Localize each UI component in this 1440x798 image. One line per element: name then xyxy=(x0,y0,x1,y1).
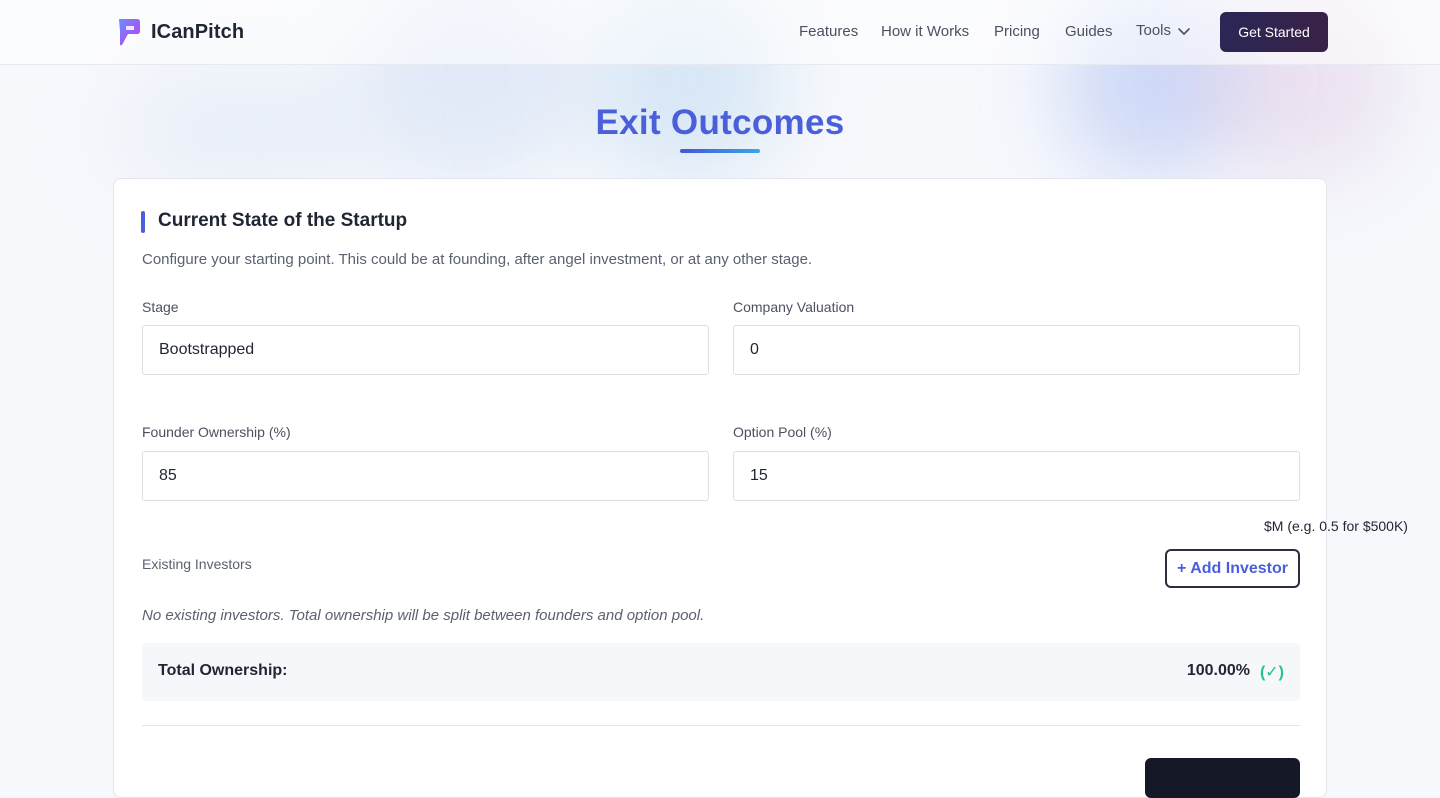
total-ownership-status: (✓) xyxy=(1259,664,1284,681)
nav-pricing[interactable]: Pricing xyxy=(994,23,1040,40)
brand-logo[interactable]: ICanPitch xyxy=(117,17,244,47)
startup-state-card: Current State of the Startup Configure y… xyxy=(113,178,1327,798)
option-pool-label: Option Pool (%) xyxy=(733,424,832,440)
founder-ownership-label: Founder Ownership (%) xyxy=(142,424,291,440)
section-accent-bar xyxy=(141,211,145,233)
add-investor-button[interactable]: + Add Investor xyxy=(1165,549,1300,588)
total-ownership-row: Total Ownership: 100.00% (✓) xyxy=(142,643,1300,701)
top-header: ICanPitch Features How it Works Pricing … xyxy=(0,0,1440,65)
title-underline xyxy=(680,149,760,153)
section-divider xyxy=(142,725,1300,726)
valuation-label: Company Valuation xyxy=(733,299,855,315)
chevron-down-icon xyxy=(1178,27,1190,35)
get-started-button[interactable]: Get Started xyxy=(1220,12,1328,52)
nav-features[interactable]: Features xyxy=(799,23,858,40)
next-button[interactable] xyxy=(1145,758,1300,798)
nav-how-it-works[interactable]: How it Works xyxy=(881,23,969,40)
nav-tools[interactable]: Tools xyxy=(1136,22,1191,39)
option-pool-input[interactable]: 15 xyxy=(733,451,1300,501)
valuation-hint-tooltip: $M (e.g. 0.5 for $500K) xyxy=(1264,518,1408,534)
logo-icon xyxy=(119,19,140,46)
nav-tools-label: Tools xyxy=(1136,22,1172,39)
page-title: Exit Outcomes xyxy=(595,103,845,142)
stage-label: Stage xyxy=(142,299,179,315)
valuation-input[interactable]: 0 xyxy=(733,325,1300,375)
no-investors-note: No existing investors. Total ownership w… xyxy=(142,607,705,624)
brand-name: ICanPitch xyxy=(151,20,245,43)
stage-select[interactable]: Bootstrapped xyxy=(142,325,709,375)
total-ownership-value: 100.00% xyxy=(1186,662,1250,679)
section-description: Configure your starting point. This coul… xyxy=(142,251,813,268)
nav-guides[interactable]: Guides xyxy=(1065,23,1113,40)
section-title: Current State of the Startup xyxy=(158,210,408,231)
total-ownership-label: Total Ownership: xyxy=(158,662,288,679)
founder-ownership-input[interactable]: 85 xyxy=(142,451,709,501)
existing-investors-label: Existing Investors xyxy=(142,556,252,572)
